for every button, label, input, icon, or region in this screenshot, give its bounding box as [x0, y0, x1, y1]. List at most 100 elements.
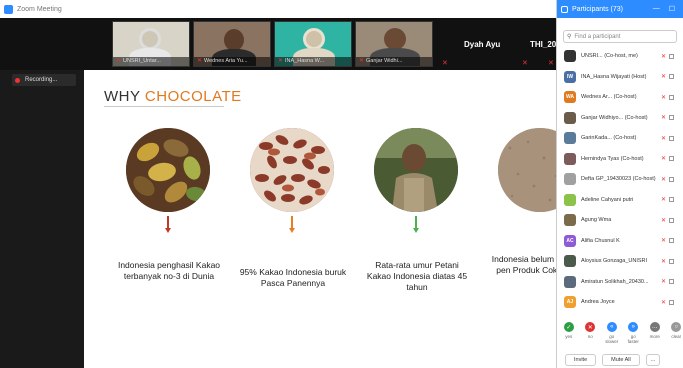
participant-name: GarinKada... (Co-host)	[581, 135, 637, 142]
reaction-label: more	[649, 334, 660, 339]
reaction-label: yes	[565, 334, 573, 339]
video-tile[interactable]: ✕ INA_Hasna W...	[274, 21, 352, 67]
muted-mic-icon: ✕	[661, 53, 667, 60]
reaction-bar: ✓ yes ✕ no « go slower » go faster … more ○ clear	[562, 322, 683, 344]
farmer-photo	[374, 128, 458, 212]
slide-title-prefix: WHY	[104, 88, 145, 105]
participant-name: Agung Wma	[581, 217, 612, 224]
muted-mic-icon: ✕	[359, 58, 365, 64]
slide-caption: Indonesia penghasil Kakao terbanyak no-3…	[117, 260, 221, 281]
avatar	[564, 173, 576, 186]
video-tile[interactable]: ✕ Wednes Aria Yu...	[193, 21, 271, 67]
avatar: WA	[564, 91, 576, 104]
muted-mic-icon: ✕	[661, 176, 667, 183]
participant-row[interactable]: Adeline Cahyani putri ✕	[557, 190, 683, 211]
reaction-icon: ○	[671, 322, 682, 332]
reaction-icon: ✓	[563, 322, 574, 332]
participant-head	[384, 28, 406, 50]
muted-mic-icon: ✕	[197, 58, 203, 64]
video-tile[interactable]: ✕ Ganjar Widhi...	[355, 21, 433, 67]
participant-search-input[interactable]: ⚲ Find a participant	[563, 30, 677, 43]
muted-mic-icon: ✕	[522, 60, 528, 67]
muted-mic-icon: ✕	[661, 217, 667, 224]
cocoa-powder-image	[498, 128, 556, 212]
pointer-arrowhead	[289, 228, 295, 233]
participant-name: Aloysius Gonzaga_UNISRI	[581, 258, 648, 265]
camera-off-icon	[669, 217, 675, 223]
minimize-icon[interactable]: —	[653, 5, 660, 13]
reaction-button[interactable]: ✕ no	[584, 322, 598, 344]
recording-label: Recording...	[25, 77, 58, 83]
slide-title: WHY CHOCOLATE	[104, 88, 242, 105]
left-pane: Recording...	[0, 70, 84, 368]
cocoa-pods-image	[126, 128, 210, 212]
muted-mic-icon: ✕	[548, 60, 554, 67]
avatar	[564, 214, 576, 227]
participant-row[interactable]: Ganjar Widhiyo... (Co-host) ✕	[557, 108, 683, 129]
reaction-label: no	[587, 334, 593, 339]
avatar	[564, 255, 576, 268]
pointer-arrowhead	[165, 228, 171, 233]
reaction-button[interactable]: ○ clear	[670, 322, 683, 344]
participant-name: INA_Hasna Wijayati (Host)	[581, 73, 647, 80]
camera-off-icon	[669, 197, 675, 203]
participant-row[interactable]: Amiratun Solikhah_20430... ✕	[557, 272, 683, 293]
participant-search-placeholder: Find a participant	[574, 33, 621, 40]
muted-mic-icon: ✕	[661, 197, 667, 204]
participant-name: Andrea Joyce	[581, 299, 615, 306]
mute-all-button[interactable]: Mute All	[602, 354, 640, 366]
camera-off-icon	[669, 135, 675, 141]
participant-name: Defta GP_19430023 (Co-host)	[581, 176, 656, 183]
video-tile-name: Wednes Aria Yu...	[204, 58, 248, 64]
participants-icon	[561, 5, 568, 13]
maximize-icon[interactable]: ☐	[669, 5, 675, 13]
participant-row[interactable]: AC Alifia Chusnul K ✕	[557, 231, 683, 252]
participants-title: Participants (73)	[572, 5, 623, 13]
pointer-arrowhead	[413, 228, 419, 233]
avatar	[564, 132, 576, 145]
video-tile-off[interactable]: Dyah Ayu ✕ ✕	[440, 21, 528, 67]
recording-indicator[interactable]: Recording...	[12, 74, 76, 86]
camera-off-icon	[669, 156, 675, 162]
reaction-button[interactable]: » go faster	[627, 322, 641, 344]
muted-mic-icon: ✕	[116, 58, 122, 64]
participant-row[interactable]: AJ Andrea Joyce ✕	[557, 292, 683, 313]
participant-row[interactable]: Aloysius Gonzaga_UNISRI ✕	[557, 251, 683, 272]
avatar	[564, 50, 576, 63]
avatar: AJ	[564, 296, 576, 309]
muted-mic-icon: ✕	[278, 58, 284, 64]
muted-mic-icon: ✕	[661, 156, 667, 163]
participant-name: Hernindya Tyas (Co-host)	[581, 155, 644, 162]
camera-off-icon	[669, 279, 675, 285]
muted-mic-icon: ✕	[661, 74, 667, 81]
title-underline	[104, 106, 224, 107]
video-tile[interactable]: ✕ UNSRI_Untar...	[112, 21, 190, 67]
window-titlebar: Zoom Meeting	[0, 0, 556, 18]
participants-panel: Participants (73) — ☐ ⚲ Find a participa…	[556, 0, 683, 368]
avatar	[564, 193, 576, 206]
participant-row[interactable]: IW INA_Hasna Wijayati (Host) ✕	[557, 67, 683, 88]
muted-mic-icon: ✕	[661, 94, 667, 101]
reaction-label: clear	[671, 334, 682, 339]
participant-row[interactable]: Defta GP_19430023 (Co-host) ✕	[557, 169, 683, 190]
reaction-button[interactable]: « go slower	[605, 322, 619, 344]
camera-off-icon	[669, 299, 675, 305]
more-button[interactable]: ...	[645, 354, 661, 366]
participant-row[interactable]: WA Wednes Ar... (Co-host) ✕	[557, 87, 683, 108]
reaction-icon: «	[606, 322, 617, 332]
avatar: IW	[564, 70, 576, 83]
participant-row[interactable]: UNSRI... (Co-host, me) ✕	[557, 46, 683, 67]
camera-off-icon	[669, 176, 675, 182]
reaction-button[interactable]: ✓ yes	[562, 322, 576, 344]
avatar	[564, 275, 576, 288]
invite-button[interactable]: Invite	[565, 354, 597, 366]
camera-off-icon	[669, 94, 675, 100]
participant-name: Alifia Chusnul K	[581, 237, 620, 244]
participant-row[interactable]: Agung Wma ✕	[557, 210, 683, 231]
participant-row[interactable]: GarinKada... (Co-host) ✕	[557, 128, 683, 149]
participant-row[interactable]: Hernindya Tyas (Co-host) ✕	[557, 149, 683, 170]
video-tile-off[interactable]: THI_20 ✕	[530, 21, 556, 67]
participant-head	[303, 28, 325, 50]
reaction-button[interactable]: … more	[648, 322, 662, 344]
shared-slide: WHY CHOCOLATE Indonesia penghasil Kakao …	[84, 70, 556, 368]
